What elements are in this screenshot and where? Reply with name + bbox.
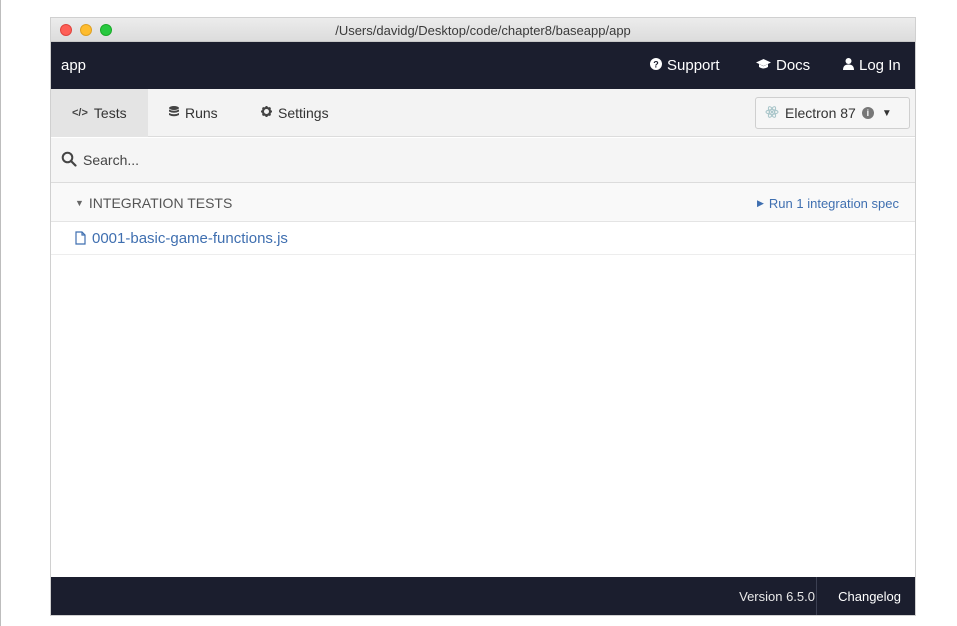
support-label: Support [667,57,720,74]
spec-file-row[interactable]: 0001-basic-game-functions.js [51,222,915,255]
tab-runs[interactable]: Runs [148,89,246,137]
search-icon [61,151,77,167]
login-label: Log In [859,57,901,74]
app-header: app ? Support Docs Log In [51,42,915,89]
login-link[interactable]: Log In [843,57,901,74]
search-input[interactable] [83,147,903,173]
gear-icon [261,106,272,120]
database-icon [169,106,179,120]
spec-file-name: 0001-basic-game-functions.js [92,229,288,247]
browser-label: Electron 87 [785,105,856,121]
window-titlebar[interactable]: /Users/davidg/Desktop/code/chapter8/base… [51,18,915,42]
version-label[interactable]: Version 6.5.0 [739,589,815,604]
integration-tests-title[interactable]: ▼ INTEGRATION TESTS [75,195,232,211]
footer: Version 6.5.0 Changelog [51,577,915,615]
search-bar [51,138,915,183]
docs-link[interactable]: Docs [756,57,810,74]
run-specs-button[interactable]: ▶ Run 1 integration spec [757,196,899,211]
user-icon [843,58,854,73]
changelog-link[interactable]: Changelog [838,589,901,604]
footer-divider [816,577,817,615]
tab-runs-label: Runs [185,105,218,121]
tab-tests-label: Tests [93,105,127,121]
window-title: /Users/davidg/Desktop/code/chapter8/base… [335,23,631,38]
info-icon[interactable]: i [861,107,874,119]
chevron-down-icon: ▼ [881,107,892,119]
code-icon: </> [72,107,88,119]
section-title: INTEGRATION TESTS [88,195,233,211]
integration-tests-header[interactable]: ▼ INTEGRATION TESTS ▶ Run 1 integration … [51,183,915,222]
tab-settings-label: Settings [278,105,329,121]
tab-tests[interactable]: </> Tests [51,89,148,137]
support-link[interactable]: ? Support [650,57,720,74]
browser-select-button[interactable]: Electron 87 i ▼ [755,97,910,129]
question-circle-icon: ? [650,58,662,73]
run-specs-label: Run 1 integration spec [768,196,899,211]
file-icon [75,231,86,245]
app-window: /Users/davidg/Desktop/code/chapter8/base… [51,18,915,615]
electron-icon [765,105,779,122]
tab-settings[interactable]: Settings [246,89,356,137]
play-icon: ▶ [756,198,764,208]
tab-bar: </> Tests Runs Settings Electron 87 i ▼ [51,89,915,137]
docs-label: Docs [776,57,811,74]
app-name: app [61,57,87,74]
caret-down-icon: ▼ [75,198,84,208]
graduation-cap-icon [756,58,771,73]
svg-text:?: ? [653,60,659,70]
